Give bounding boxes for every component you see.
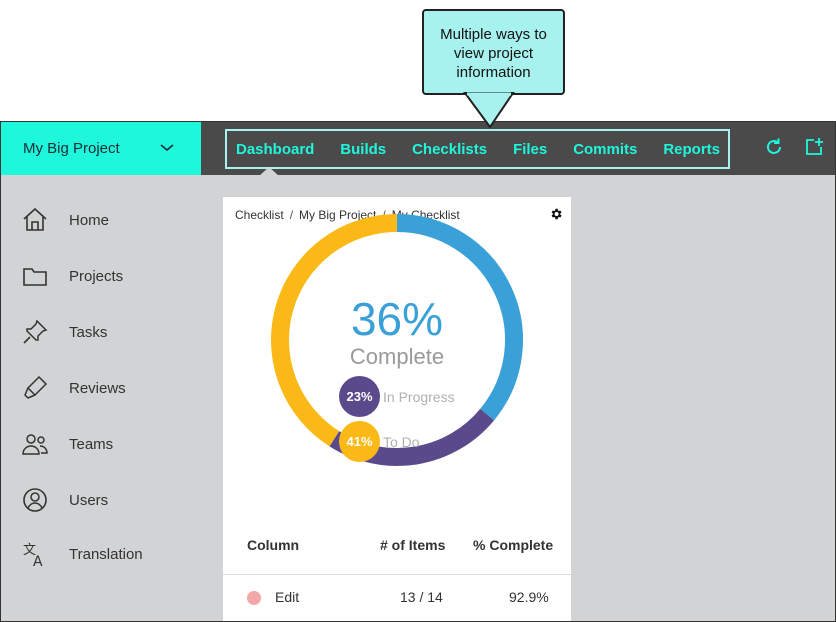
sidebar-item-users[interactable]: Users [21, 485, 191, 515]
people-icon [22, 434, 48, 455]
sidebar-item-label: Tasks [69, 323, 108, 341]
checklist-card: Checklist / My Big Project / My Checklist 36… [223, 197, 571, 621]
table-header: Column # of Items % Complete [223, 527, 571, 575]
tab-checklists[interactable]: Checklists [412, 141, 487, 158]
in-progress-stat: 23% In Progress [339, 376, 455, 417]
active-tab-caret-icon [259, 167, 279, 176]
sidebar-item-tasks[interactable]: Tasks [21, 317, 191, 347]
column-header[interactable]: % Complete [473, 537, 553, 553]
chevron-down-icon [160, 144, 174, 152]
todo-badge: 41% [339, 421, 380, 462]
row-name: Edit [275, 589, 300, 605]
tab-reports[interactable]: Reports [663, 141, 720, 158]
sidebar-item-projects[interactable]: Projects [21, 261, 191, 291]
sidebar-item-translation[interactable]: 文 A Translation [21, 539, 191, 569]
in-progress-label: In Progress [383, 388, 455, 405]
pin-icon [23, 319, 48, 344]
refresh-icon[interactable] [764, 137, 784, 157]
project-name: My Big Project [23, 140, 120, 157]
add-window-icon[interactable] [804, 137, 824, 157]
sidebar-item-home[interactable]: Home [21, 205, 191, 235]
sidebar-item-reviews[interactable]: Reviews [21, 373, 191, 403]
user-circle-icon [23, 488, 47, 512]
tab-commits[interactable]: Commits [573, 141, 637, 158]
sidebar: Home Projects Tasks Reviews Teams Users … [1, 175, 201, 621]
callout-pointer [463, 92, 515, 129]
column-color-dot [247, 591, 261, 605]
sidebar-item-label: Translation [69, 545, 143, 563]
folder-icon [23, 268, 47, 286]
row-items: 13 / 14 [400, 589, 443, 605]
todo-stat: 41% To Do [339, 421, 420, 462]
highlighter-icon [24, 375, 48, 399]
sidebar-item-label: Projects [69, 267, 124, 285]
sidebar-item-label: Users [69, 491, 109, 509]
row-complete: 92.9% [509, 589, 549, 605]
percent-complete: 36% [350, 293, 444, 345]
todo-label: To Do [383, 433, 420, 450]
tab-dashboard[interactable]: Dashboard [236, 141, 314, 158]
sidebar-item-label: Reviews [69, 379, 126, 397]
column-header[interactable]: # of Items [380, 537, 445, 553]
home-icon [23, 207, 47, 231]
sidebar-item-label: Teams [69, 435, 114, 453]
app-window: My Big Project Dashboard Builds Checklis… [0, 121, 836, 622]
percent-complete-label: Complete [349, 344, 445, 369]
in-progress-badge: 23% [339, 376, 380, 417]
sidebar-item-label: Home [69, 211, 110, 229]
table-row[interactable]: Edit 13 / 14 92.9% [223, 575, 571, 621]
sidebar-item-teams[interactable]: Teams [21, 429, 191, 459]
translate-icon: 文 A [23, 543, 43, 568]
tab-builds[interactable]: Builds [340, 141, 386, 158]
column-header[interactable]: Column [247, 537, 299, 553]
svg-text:A: A [33, 554, 43, 568]
tab-files[interactable]: Files [513, 141, 547, 158]
